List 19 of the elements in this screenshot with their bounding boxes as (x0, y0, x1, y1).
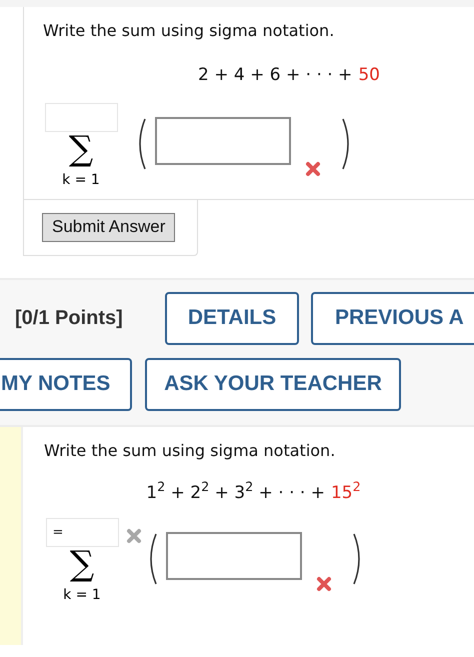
ask-your-teacher-button[interactable]: ASK YOUR TEACHER (145, 358, 401, 410)
term-field[interactable] (155, 116, 291, 164)
math-expression: 1$^{2}$ + 2$^{2}$ + 3$^{2}$ + · · · + (146, 480, 325, 504)
summation-index: k = 1 (63, 586, 101, 605)
my-notes-button[interactable]: MY NOTES (0, 358, 132, 410)
summation-index: k = 1 (62, 170, 100, 190)
sigma-symbol: ∑ (70, 549, 94, 579)
question-prompt: Write the sum using sigma notation. (43, 20, 336, 42)
math-expression: 2 + 4 + 6 + · · · + (198, 64, 352, 87)
submit-answer-button[interactable]: Submit Answer (42, 212, 176, 242)
question-prompt: Write the sum using sigma notation. (44, 440, 336, 462)
upper-limit-field[interactable] (44, 102, 118, 132)
math-expression: 15$^{2}$ (330, 480, 361, 504)
upper-limit-field[interactable]: = (46, 518, 118, 547)
previous-answers-button[interactable]: PREVIOUS A (311, 292, 474, 344)
points-label: [0/1 Points] (15, 306, 124, 331)
math-expression: 50 (358, 64, 380, 87)
details-button[interactable]: DETAILS (165, 292, 299, 344)
term-field[interactable] (166, 532, 302, 580)
